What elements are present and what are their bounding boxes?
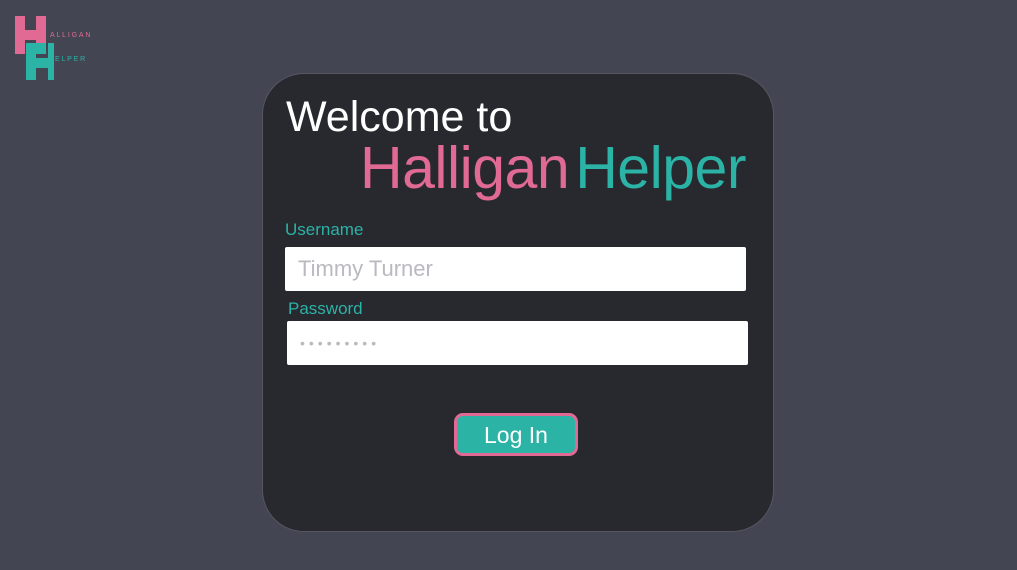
password-input[interactable]	[287, 321, 748, 365]
password-label: Password	[288, 299, 363, 318]
halligan-helper-logo[interactable]: ALLIGAN ELPER	[14, 16, 104, 82]
logo-word-halligan: ALLIGAN	[50, 32, 93, 39]
brand-title-halligan: Halligan	[360, 135, 570, 201]
username-label: Username	[285, 220, 364, 239]
login-button[interactable]: Log In	[454, 413, 578, 456]
brand-title: Halligan Helper	[360, 136, 746, 201]
logo-word-helper: ELPER	[55, 56, 87, 63]
username-input[interactable]	[285, 247, 746, 291]
brand-title-helper: Helper	[575, 135, 746, 201]
hh-logo-icon	[15, 16, 54, 80]
login-card: Welcome to HalliganHelper Username Passw…	[262, 73, 774, 532]
